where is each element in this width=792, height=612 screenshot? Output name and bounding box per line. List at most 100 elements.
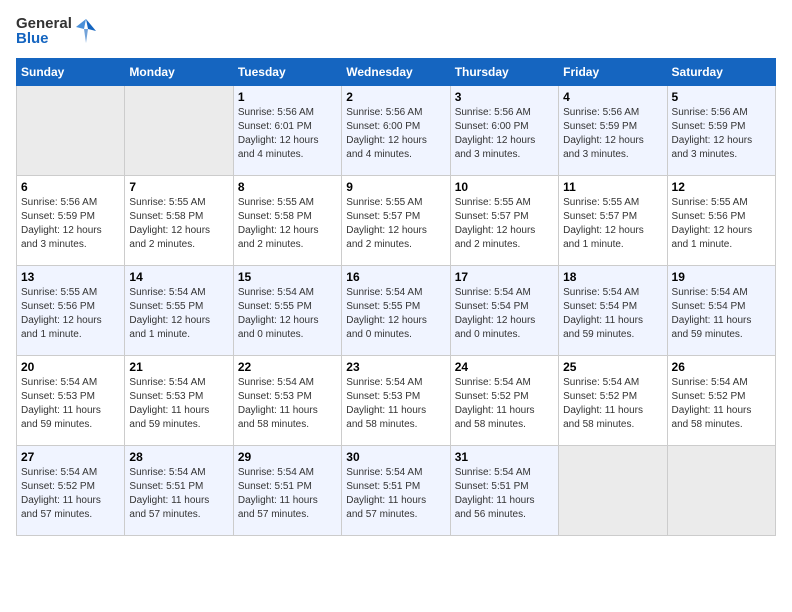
calendar-cell: 4 Sunrise: 5:56 AM Sunset: 5:59 PM Daylig… [559, 86, 667, 176]
day-number: 23 [346, 360, 445, 374]
day-info: Sunrise: 5:54 AM Sunset: 5:54 PM Dayligh… [455, 286, 554, 342]
weekday-header-wednesday: Wednesday [342, 59, 450, 86]
day-info: Sunrise: 5:54 AM Sunset: 5:54 PM Dayligh… [672, 286, 771, 342]
weekday-header-row: SundayMondayTuesdayWednesdayThursdayFrid… [17, 59, 776, 86]
day-info: Sunrise: 5:54 AM Sunset: 5:51 PM Dayligh… [455, 466, 554, 522]
week-row-4: 20 Sunrise: 5:54 AM Sunset: 5:53 PM Dayli… [17, 356, 776, 446]
calendar-cell: 18 Sunrise: 5:54 AM Sunset: 5:54 PM Dayli… [559, 266, 667, 356]
day-info: Sunrise: 5:56 AM Sunset: 5:59 PM Dayligh… [672, 106, 771, 162]
calendar-cell: 21 Sunrise: 5:54 AM Sunset: 5:53 PM Dayli… [125, 356, 233, 446]
day-info: Sunrise: 5:55 AM Sunset: 5:57 PM Dayligh… [346, 196, 445, 252]
day-number: 15 [238, 270, 337, 284]
day-number: 24 [455, 360, 554, 374]
day-number: 21 [129, 360, 228, 374]
day-info: Sunrise: 5:54 AM Sunset: 5:54 PM Dayligh… [563, 286, 662, 342]
day-number: 5 [672, 90, 771, 104]
day-number: 1 [238, 90, 337, 104]
day-number: 26 [672, 360, 771, 374]
day-number: 6 [21, 180, 120, 194]
day-info: Sunrise: 5:54 AM Sunset: 5:53 PM Dayligh… [346, 376, 445, 432]
week-row-2: 6Sunrise: 5:56 AM Sunset: 5:59 PM Daylig… [17, 176, 776, 266]
calendar-cell: 1 Sunrise: 5:56 AM Sunset: 6:01 PM Daylig… [233, 86, 341, 176]
day-info: Sunrise: 5:56 AM Sunset: 6:00 PM Dayligh… [346, 106, 445, 162]
calendar-cell: 10Sunrise: 5:55 AM Sunset: 5:57 PM Dayli… [450, 176, 558, 266]
logo: General Blue [16, 16, 98, 46]
day-info: Sunrise: 5:55 AM Sunset: 5:58 PM Dayligh… [238, 196, 337, 252]
calendar-cell: 3Sunrise: 5:56 AM Sunset: 6:00 PM Daylig… [450, 86, 558, 176]
day-number: 17 [455, 270, 554, 284]
day-info: Sunrise: 5:54 AM Sunset: 5:52 PM Dayligh… [672, 376, 771, 432]
calendar-cell: 9 Sunrise: 5:55 AM Sunset: 5:57 PM Daylig… [342, 176, 450, 266]
day-info: Sunrise: 5:54 AM Sunset: 5:53 PM Dayligh… [21, 376, 120, 432]
day-info: Sunrise: 5:56 AM Sunset: 6:01 PM Dayligh… [238, 106, 337, 162]
calendar-cell: 25Sunrise: 5:54 AM Sunset: 5:52 PM Dayli… [559, 356, 667, 446]
logo-blue-text: Blue [16, 30, 49, 47]
day-number: 9 [346, 180, 445, 194]
calendar-cell: 2 Sunrise: 5:56 AM Sunset: 6:00 PM Daylig… [342, 86, 450, 176]
day-info: Sunrise: 5:54 AM Sunset: 5:53 PM Dayligh… [238, 376, 337, 432]
calendar-cell: 28Sunrise: 5:54 AM Sunset: 5:51 PM Dayli… [125, 446, 233, 536]
day-number: 14 [129, 270, 228, 284]
day-info: Sunrise: 5:56 AM Sunset: 5:59 PM Dayligh… [563, 106, 662, 162]
weekday-header-tuesday: Tuesday [233, 59, 341, 86]
day-info: Sunrise: 5:54 AM Sunset: 5:52 PM Dayligh… [563, 376, 662, 432]
calendar-cell: 22 Sunrise: 5:54 AM Sunset: 5:53 PM Dayli… [233, 356, 341, 446]
calendar-cell: 15Sunrise: 5:54 AM Sunset: 5:55 PM Dayli… [233, 266, 341, 356]
calendar-cell: 16 Sunrise: 5:54 AM Sunset: 5:55 PM Dayli… [342, 266, 450, 356]
logo-text-block: General Blue [16, 16, 72, 46]
day-number: 2 [346, 90, 445, 104]
day-number: 12 [672, 180, 771, 194]
day-number: 4 [563, 90, 662, 104]
day-number: 29 [238, 450, 337, 464]
day-info: Sunrise: 5:54 AM Sunset: 5:52 PM Dayligh… [21, 466, 120, 522]
day-info: Sunrise: 5:54 AM Sunset: 5:53 PM Dayligh… [129, 376, 228, 432]
day-number: 19 [672, 270, 771, 284]
day-info: Sunrise: 5:56 AM Sunset: 6:00 PM Dayligh… [455, 106, 554, 162]
weekday-header-sunday: Sunday [17, 59, 125, 86]
calendar-cell: 8 Sunrise: 5:55 AM Sunset: 5:58 PM Daylig… [233, 176, 341, 266]
day-info: Sunrise: 5:54 AM Sunset: 5:55 PM Dayligh… [346, 286, 445, 342]
day-info: Sunrise: 5:55 AM Sunset: 5:57 PM Dayligh… [563, 196, 662, 252]
day-info: Sunrise: 5:54 AM Sunset: 5:51 PM Dayligh… [346, 466, 445, 522]
day-number: 31 [455, 450, 554, 464]
calendar-cell: 29Sunrise: 5:54 AM Sunset: 5:51 PM Dayli… [233, 446, 341, 536]
logo-container: General Blue [16, 16, 98, 46]
day-number: 11 [563, 180, 662, 194]
logo-bird-icon [74, 17, 98, 45]
calendar-cell: 13 Sunrise: 5:55 AM Sunset: 5:56 PM Dayli… [17, 266, 125, 356]
day-number: 13 [21, 270, 120, 284]
day-number: 30 [346, 450, 445, 464]
day-number: 22 [238, 360, 337, 374]
weekday-header-friday: Friday [559, 59, 667, 86]
calendar-cell: 12Sunrise: 5:55 AM Sunset: 5:56 PM Dayli… [667, 176, 775, 266]
weekday-header-monday: Monday [125, 59, 233, 86]
calendar-cell [17, 86, 125, 176]
calendar-cell [559, 446, 667, 536]
day-info: Sunrise: 5:55 AM Sunset: 5:56 PM Dayligh… [21, 286, 120, 342]
calendar-cell [667, 446, 775, 536]
day-number: 27 [21, 450, 120, 464]
week-row-5: 27 Sunrise: 5:54 AM Sunset: 5:52 PM Dayli… [17, 446, 776, 536]
calendar-cell: 19 Sunrise: 5:54 AM Sunset: 5:54 PM Dayli… [667, 266, 775, 356]
calendar-cell: 6Sunrise: 5:56 AM Sunset: 5:59 PM Daylig… [17, 176, 125, 266]
calendar-cell: 7Sunrise: 5:55 AM Sunset: 5:58 PM Daylig… [125, 176, 233, 266]
calendar-cell: 23 Sunrise: 5:54 AM Sunset: 5:53 PM Dayli… [342, 356, 450, 446]
day-info: Sunrise: 5:54 AM Sunset: 5:55 PM Dayligh… [129, 286, 228, 342]
day-number: 8 [238, 180, 337, 194]
calendar-cell: 31 Sunrise: 5:54 AM Sunset: 5:51 PM Dayli… [450, 446, 558, 536]
day-number: 20 [21, 360, 120, 374]
day-number: 10 [455, 180, 554, 194]
day-info: Sunrise: 5:55 AM Sunset: 5:58 PM Dayligh… [129, 196, 228, 252]
calendar-cell: 30 Sunrise: 5:54 AM Sunset: 5:51 PM Dayli… [342, 446, 450, 536]
calendar-cell: 27 Sunrise: 5:54 AM Sunset: 5:52 PM Dayli… [17, 446, 125, 536]
calendar-cell: 5 Sunrise: 5:56 AM Sunset: 5:59 PM Daylig… [667, 86, 775, 176]
calendar-cell: 14 Sunrise: 5:54 AM Sunset: 5:55 PM Dayli… [125, 266, 233, 356]
calendar-cell: 20 Sunrise: 5:54 AM Sunset: 5:53 PM Dayli… [17, 356, 125, 446]
weekday-header-thursday: Thursday [450, 59, 558, 86]
day-number: 28 [129, 450, 228, 464]
day-number: 16 [346, 270, 445, 284]
week-row-1: 1 Sunrise: 5:56 AM Sunset: 6:01 PM Daylig… [17, 86, 776, 176]
calendar-cell: 17 Sunrise: 5:54 AM Sunset: 5:54 PM Dayli… [450, 266, 558, 356]
day-number: 18 [563, 270, 662, 284]
week-row-3: 13 Sunrise: 5:55 AM Sunset: 5:56 PM Dayli… [17, 266, 776, 356]
